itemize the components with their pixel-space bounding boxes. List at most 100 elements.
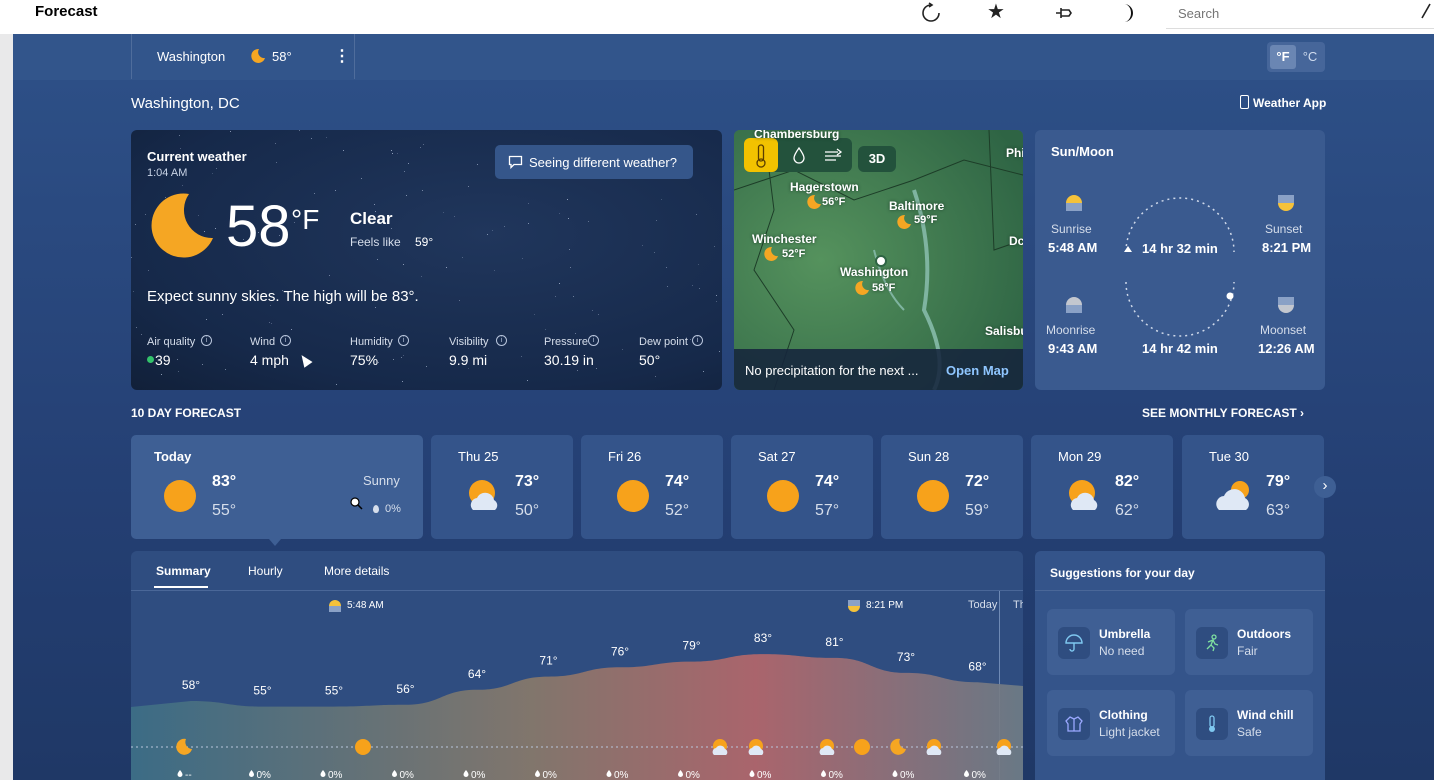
- monthly-forecast-link[interactable]: SEE MONTHLY FORECAST ›: [1142, 406, 1304, 420]
- sunset-time: 8:21 PM: [1262, 240, 1312, 255]
- map-city-label: Hagerstown: [790, 180, 859, 194]
- star: [443, 212, 444, 213]
- star: [569, 249, 570, 250]
- suggestion-wind-chill[interactable]: Wind chill Safe: [1185, 690, 1313, 756]
- star: [716, 295, 717, 296]
- star: [596, 368, 597, 369]
- feels-like-value: 59°: [415, 235, 434, 249]
- star: [270, 305, 271, 306]
- feedback-button[interactable]: Seeing different weather?: [495, 145, 693, 179]
- temp-point-label: 55°: [325, 684, 343, 698]
- precip-label: 0%: [328, 770, 343, 780]
- temperature-layer-button[interactable]: [744, 138, 778, 172]
- star: [666, 267, 667, 268]
- precipitation-layer-icon[interactable]: [782, 138, 816, 172]
- day-name: Sun 28: [908, 449, 950, 464]
- forecast-day[interactable]: Sat 27 74° 57°: [731, 435, 873, 539]
- sun-icon: [765, 478, 801, 514]
- sun-icon: [355, 739, 371, 755]
- info-icon[interactable]: i: [280, 335, 291, 346]
- forecast-day[interactable]: Thu 25 73° 50°: [431, 435, 573, 539]
- star: [588, 221, 589, 222]
- weather-map[interactable]: 3D Chambersburg Hagerstown 56°F Baltimore 59…: [734, 130, 1023, 390]
- jacket-icon: [1058, 708, 1090, 740]
- forecast-day[interactable]: Sun 28 72° 59°: [881, 435, 1023, 539]
- moon-icon: [250, 48, 266, 64]
- weather-app-link[interactable]: Weather App: [1240, 95, 1326, 110]
- star: [391, 150, 392, 151]
- star: [559, 283, 560, 284]
- partly-cloudy-icon: [819, 739, 835, 755]
- day-high: 73°: [515, 473, 540, 490]
- precip-label: 0%: [257, 770, 272, 780]
- current-weather-card: Current weather 1:04 AM 58 °F Clear Feel…: [131, 130, 722, 390]
- precip-label: 0%: [614, 770, 629, 780]
- star: [487, 234, 488, 235]
- chevron-right-icon: ›: [1300, 406, 1305, 420]
- suggestion-title: Wind chill: [1237, 708, 1294, 722]
- info-icon[interactable]: i: [398, 335, 409, 346]
- star: [276, 162, 277, 163]
- temp-point-label: 64°: [468, 667, 486, 681]
- search-box[interactable]: [1166, 0, 1434, 29]
- suggestion-outdoors[interactable]: Outdoors Fair: [1185, 609, 1313, 675]
- page-title: Washington, DC: [131, 95, 240, 112]
- forecast-day-today[interactable]: Today 83° 55° Sunny 0%: [131, 435, 423, 539]
- star: [131, 257, 132, 258]
- favorite-star-icon[interactable]: ★: [987, 2, 1005, 22]
- search-input[interactable]: [1176, 5, 1410, 22]
- moonset-label: Moonset: [1260, 323, 1307, 337]
- metric-label: Wind: [250, 336, 276, 348]
- open-map-link[interactable]: Open Map: [946, 363, 1009, 378]
- info-icon[interactable]: i: [496, 335, 507, 346]
- day-high: 79°: [1266, 473, 1291, 490]
- pin-icon[interactable]: [1053, 2, 1075, 24]
- forecast-day[interactable]: Mon 29 82° 62°: [1031, 435, 1173, 539]
- precip-label: --: [185, 770, 192, 780]
- suggestion-clothing[interactable]: Clothing Light jacket: [1047, 690, 1175, 756]
- partly-cloudy-icon: [712, 739, 728, 755]
- sun-icon: [162, 478, 198, 514]
- unit-toggle: °F °C: [1267, 42, 1325, 72]
- map-city-label: Dc: [1009, 234, 1023, 248]
- location-temp: 58°: [272, 49, 292, 64]
- star: [426, 366, 427, 367]
- next-days-button[interactable]: ›: [1314, 476, 1336, 498]
- metric-value: 39: [155, 352, 171, 368]
- star: [326, 137, 327, 138]
- forecast-summary: Expect sunny skies. The high will be 83°…: [147, 288, 419, 305]
- map-city-label: Phi: [1006, 146, 1023, 160]
- sunset-label: Sunset: [1265, 222, 1303, 236]
- map-city-temp: 56°F: [822, 196, 846, 208]
- star: [575, 333, 576, 334]
- fahrenheit-button[interactable]: °F: [1270, 45, 1296, 69]
- search-icon[interactable]: [1418, 2, 1432, 20]
- 3d-toggle-button[interactable]: 3D: [858, 146, 896, 172]
- forecast-day[interactable]: Tue 30 79° 63°: [1182, 435, 1324, 539]
- star: [141, 334, 142, 335]
- dark-mode-moon-icon[interactable]: [1120, 2, 1136, 24]
- metric-value: 4 mph: [250, 352, 289, 368]
- celsius-button[interactable]: °C: [1297, 45, 1323, 69]
- info-icon[interactable]: i: [201, 335, 212, 346]
- more-options-icon[interactable]: ⋮: [334, 46, 350, 66]
- star: [703, 371, 704, 372]
- star: [336, 384, 337, 385]
- day-name: Thu 25: [458, 449, 499, 464]
- star: [374, 204, 375, 205]
- star: [421, 276, 422, 277]
- current-heading: Current weather: [147, 149, 247, 164]
- location-chip[interactable]: Washington 58° ⋮: [131, 34, 355, 79]
- info-icon[interactable]: i: [588, 335, 599, 346]
- star: [459, 300, 460, 301]
- star: [275, 143, 276, 144]
- refresh-icon[interactable]: [920, 2, 942, 24]
- star: [598, 314, 599, 315]
- wind-layer-icon[interactable]: [816, 138, 850, 172]
- metric-label: Visibility: [449, 336, 489, 348]
- moonrise-icon: [1065, 296, 1083, 314]
- info-icon[interactable]: i: [692, 335, 703, 346]
- forecast-day[interactable]: Fri 26 74° 52°: [581, 435, 723, 539]
- suggestion-umbrella[interactable]: Umbrella No need: [1047, 609, 1175, 675]
- phone-icon: [1240, 95, 1249, 109]
